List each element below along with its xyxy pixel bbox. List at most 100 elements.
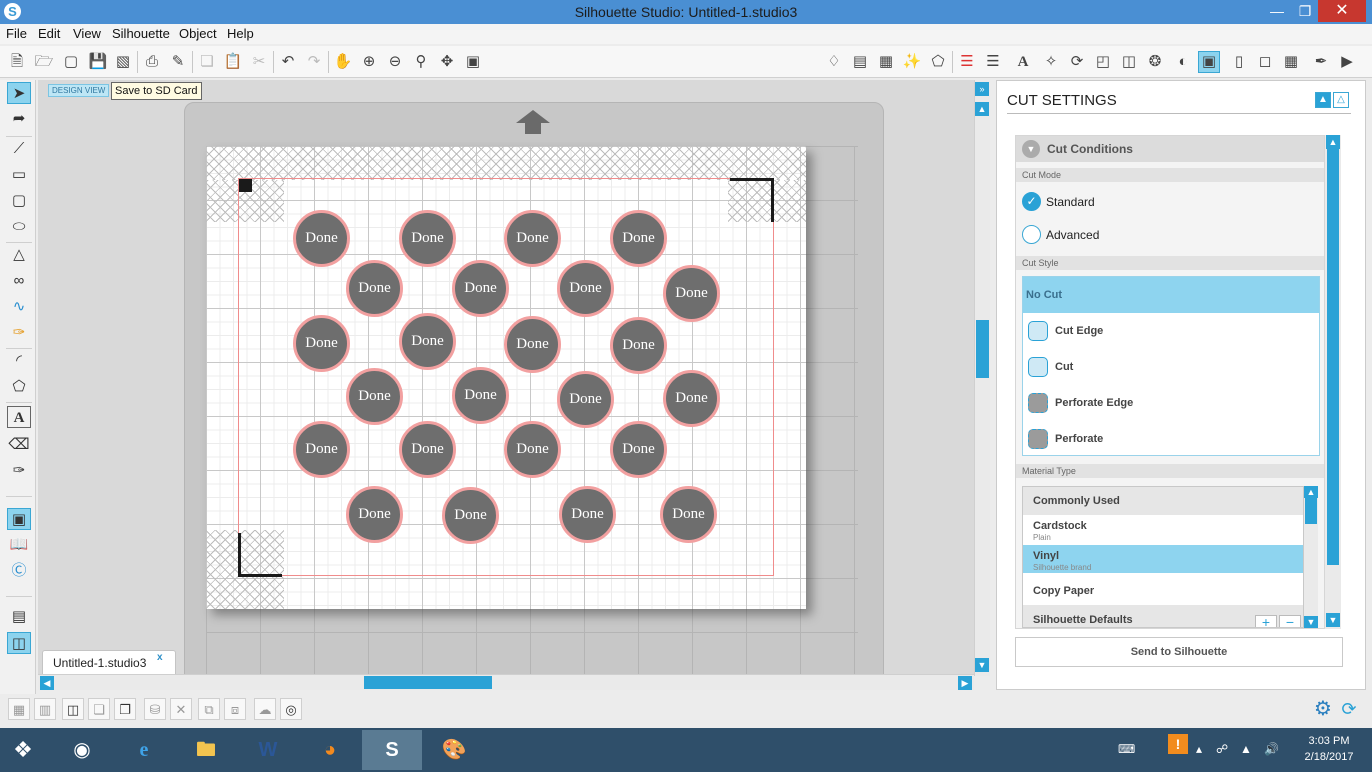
menu-help[interactable]: Help: [227, 26, 254, 41]
done-circle[interactable]: Done: [557, 371, 614, 428]
panel-scroll-thumb[interactable]: [1327, 149, 1339, 565]
cut-style-cut-edge[interactable]: Cut Edge: [1023, 313, 1319, 349]
zoom-selection-icon[interactable]: ⚲: [410, 51, 432, 73]
remove-material-button[interactable]: −: [1279, 615, 1301, 627]
material-list-scrollbar[interactable]: ▲ ▼: [1304, 486, 1318, 628]
maximize-button[interactable]: ❐: [1290, 0, 1320, 22]
menu-object[interactable]: Object: [179, 26, 217, 41]
done-circle[interactable]: Done: [293, 315, 350, 372]
menu-edit[interactable]: Edit: [38, 26, 60, 41]
settings-gear-icon[interactable]: ⚙: [1312, 698, 1334, 720]
menu-view[interactable]: View: [73, 26, 101, 41]
save-icon[interactable]: 💾: [87, 51, 109, 73]
delete-icon[interactable]: ✕: [170, 698, 192, 720]
select-tool-icon[interactable]: ➤: [7, 82, 31, 104]
silhouette-studio-taskbar-icon[interactable]: S: [362, 730, 422, 770]
canvas-horizontal-scrollbar[interactable]: ◀ ▶: [38, 674, 974, 690]
weld-icon[interactable]: ⛁: [144, 698, 166, 720]
done-circle[interactable]: Done: [610, 210, 667, 267]
cut-style-perforate[interactable]: Perforate: [1023, 421, 1319, 457]
horizontal-scroll-thumb[interactable]: [364, 676, 492, 689]
panel-collapse-icon[interactable]: △: [1333, 92, 1349, 108]
mirror-icon[interactable]: ⧈: [224, 698, 246, 720]
fit-to-page-icon[interactable]: ▣: [462, 51, 484, 73]
panel-expand-icon[interactable]: ▲: [1315, 92, 1331, 108]
align-icon[interactable]: ◫: [1118, 51, 1140, 73]
design-canvas[interactable]: DESIGN VIEW Save to SD Card Done Done Done…: [38, 80, 974, 676]
panel-scroll-down-icon[interactable]: ▼: [1326, 613, 1340, 627]
replicate-icon[interactable]: ❂: [1144, 51, 1166, 73]
done-circle[interactable]: Done: [346, 486, 403, 543]
group-icon[interactable]: ▦: [8, 698, 30, 720]
scroll-right-icon[interactable]: ▶: [958, 676, 972, 690]
single-view-icon[interactable]: ▤: [7, 606, 31, 628]
silhouette-store-icon[interactable]: Ⓒ: [7, 560, 31, 582]
done-circle[interactable]: Done: [559, 486, 616, 543]
scroll-up-icon[interactable]: ▲: [975, 102, 989, 116]
modify-icon[interactable]: ◐: [1172, 51, 1194, 73]
print-cut-icon[interactable]: ✎: [167, 51, 189, 73]
sketch-pen-icon[interactable]: ✒: [1310, 51, 1332, 73]
close-button[interactable]: ✕: [1318, 0, 1366, 22]
volume-icon[interactable]: 🔊: [1264, 742, 1279, 756]
cut-scissors-icon[interactable]: ✂: [248, 51, 270, 73]
release-compound-path-icon[interactable]: ❏: [88, 698, 110, 720]
done-circle[interactable]: Done: [346, 368, 403, 425]
windows-start-icon[interactable]: ❖: [8, 736, 38, 764]
done-circle[interactable]: Done: [663, 370, 720, 427]
pan-hand-icon[interactable]: ✋: [332, 51, 354, 73]
internet-explorer-icon[interactable]: e: [114, 730, 174, 770]
add-material-button[interactable]: +: [1255, 615, 1277, 627]
library-icon[interactable]: 📖: [7, 534, 31, 556]
paint-icon[interactable]: 🎨: [424, 730, 484, 770]
done-circle[interactable]: Done: [610, 421, 667, 478]
send-to-cutter-icon[interactable]: ▶: [1336, 51, 1358, 73]
line-tool-icon[interactable]: ⟋: [7, 138, 31, 160]
copy-icon[interactable]: ❏: [196, 51, 218, 73]
refresh-icon[interactable]: ⟳: [1338, 698, 1360, 720]
scale-icon[interactable]: ◰: [1092, 51, 1114, 73]
minimize-button[interactable]: —: [1262, 0, 1292, 22]
scroll-down-icon[interactable]: ▼: [975, 658, 989, 672]
text-tool-icon[interactable]: A: [7, 406, 31, 428]
rounded-rectangle-tool-icon[interactable]: ▢: [7, 190, 31, 212]
fill-gradient-icon[interactable]: ▤: [849, 51, 871, 73]
polygon-tool-icon[interactable]: △: [7, 244, 31, 266]
done-circle[interactable]: Done: [663, 265, 720, 322]
cut-style-no-cut[interactable]: No Cut: [1023, 277, 1319, 313]
done-circle[interactable]: Done: [293, 210, 350, 267]
collapse-panel-icon[interactable]: »: [975, 82, 989, 96]
vertical-scroll-thumb[interactable]: [976, 320, 989, 378]
paste-icon[interactable]: 📋: [222, 51, 244, 73]
done-circle[interactable]: Done: [504, 316, 561, 373]
done-circle[interactable]: Done: [399, 210, 456, 267]
split-view-icon[interactable]: ◫: [7, 632, 31, 654]
line-color-icon[interactable]: ✨: [901, 51, 923, 73]
ungroup-icon[interactable]: ▥: [34, 698, 56, 720]
line-style-icon[interactable]: ⬠: [927, 51, 949, 73]
material-scroll-thumb[interactable]: [1305, 498, 1317, 524]
standard-radio[interactable]: ✓: [1022, 192, 1041, 211]
offset-icon[interactable]: ◎: [280, 698, 302, 720]
menu-file[interactable]: File: [6, 26, 27, 41]
done-circle[interactable]: Done: [399, 313, 456, 370]
transform-icon[interactable]: ✧: [1040, 51, 1062, 73]
new-document-icon[interactable]: 🗎: [6, 51, 28, 73]
smooth-freehand-tool-icon[interactable]: ✑: [7, 322, 31, 344]
make-compound-path-icon[interactable]: ◫: [62, 698, 84, 720]
done-circle[interactable]: Done: [346, 260, 403, 317]
done-circle[interactable]: Done: [557, 260, 614, 317]
notification-alert-icon[interactable]: !: [1168, 734, 1188, 754]
advanced-radio-label[interactable]: Advanced: [1046, 228, 1099, 242]
drag-zoom-icon[interactable]: ✥: [436, 51, 458, 73]
trace-icon[interactable]: ☁: [254, 698, 276, 720]
done-circle[interactable]: Done: [452, 367, 509, 424]
rectangle-tool-icon[interactable]: ▭: [7, 164, 31, 186]
standard-radio-label[interactable]: Standard: [1046, 195, 1095, 209]
eraser-tool-icon[interactable]: ⌫: [7, 434, 31, 456]
cut-settings-icon[interactable]: ▣: [1198, 51, 1220, 73]
design-view-icon[interactable]: ▣: [7, 508, 31, 530]
save-sd-card-icon[interactable]: ▧: [112, 51, 134, 73]
scroll-left-icon[interactable]: ◀: [40, 676, 54, 690]
firefox-icon[interactable]: ◕: [300, 730, 360, 770]
